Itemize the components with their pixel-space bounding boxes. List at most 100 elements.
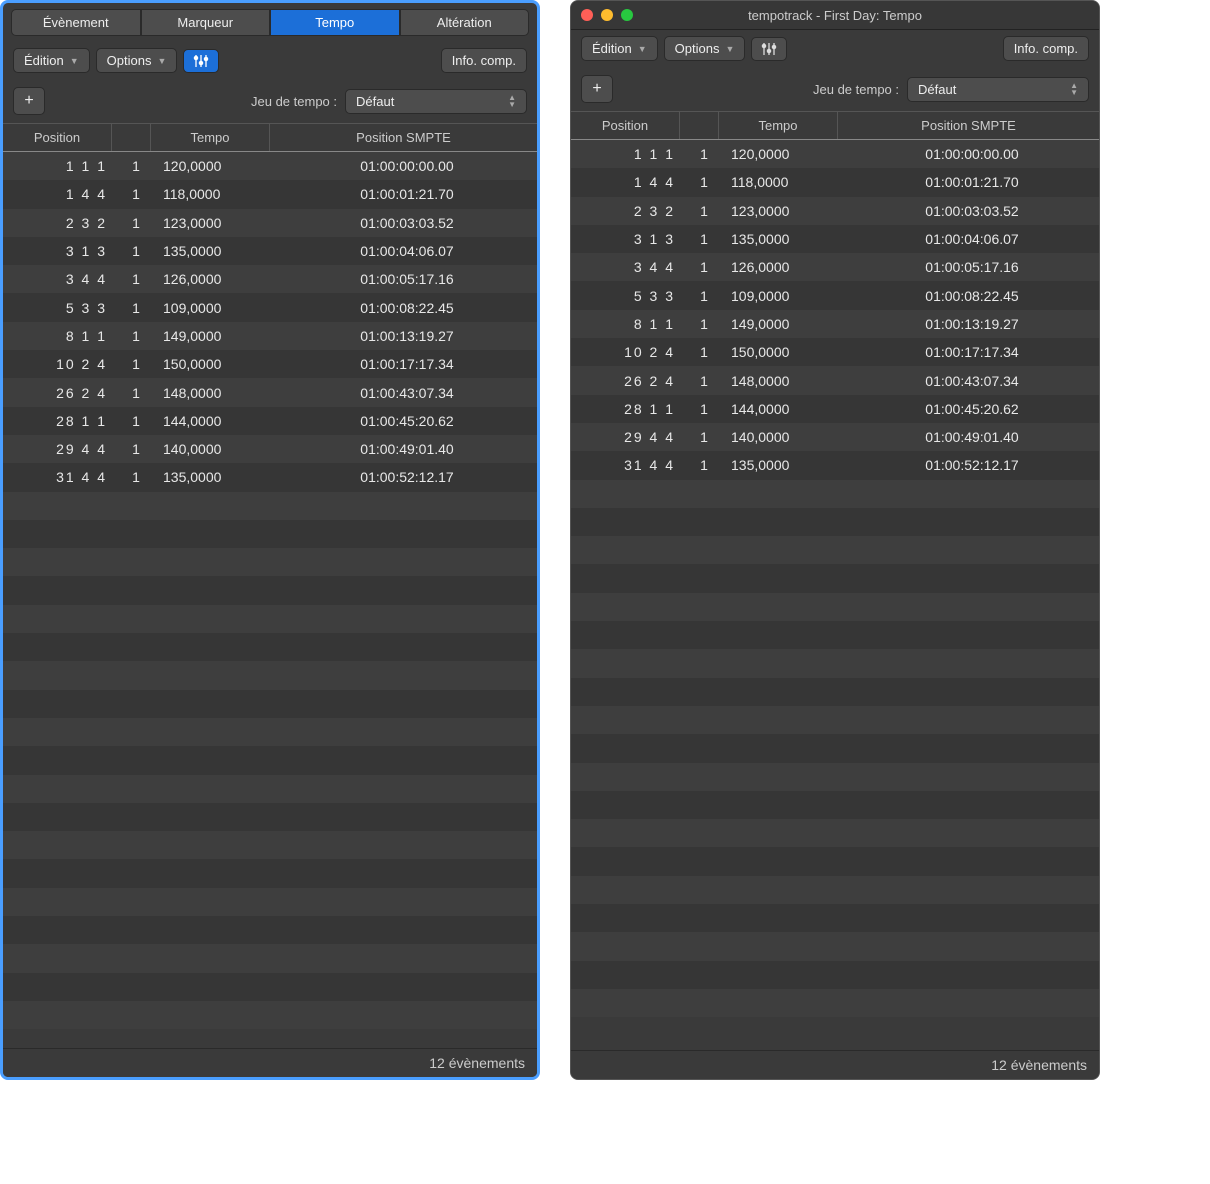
info-comp-button[interactable]: Info. comp. <box>441 48 527 73</box>
col-position[interactable]: Position <box>3 124 112 151</box>
table-row[interactable]: 3 4 41126,000001:00:05:17.16 <box>571 253 1099 281</box>
cell-smpte: 01:00:13:19.27 <box>845 316 1099 332</box>
table-row-empty <box>3 888 537 916</box>
cell-position: 1 4 4 <box>3 186 117 202</box>
filter-toggle[interactable] <box>183 49 219 73</box>
cell-position: 2 3 2 <box>3 215 117 231</box>
col-smpte[interactable]: Position SMPTE <box>270 124 537 151</box>
tab-marqueur[interactable]: Marqueur <box>141 9 271 36</box>
info-comp-button[interactable]: Info. comp. <box>1003 36 1089 61</box>
edition-menu[interactable]: Édition▼ <box>581 36 658 61</box>
table-row[interactable]: 1 4 41118,000001:00:01:21.70 <box>571 168 1099 196</box>
zoom-icon[interactable] <box>621 9 633 21</box>
cell-sub: 1 <box>117 300 155 316</box>
table-header: Position Tempo Position SMPTE <box>571 111 1099 140</box>
col-tempo[interactable]: Tempo <box>151 124 270 151</box>
footer-count: 12 évènements <box>571 1050 1099 1079</box>
table-row[interactable]: 10 2 41150,000001:00:17:17.34 <box>571 338 1099 366</box>
cell-tempo: 135,0000 <box>155 243 277 259</box>
cell-sub: 1 <box>685 146 723 162</box>
col-sub[interactable] <box>680 112 719 139</box>
cell-position: 3 4 4 <box>571 259 685 275</box>
table-row[interactable]: 10 2 41150,000001:00:17:17.34 <box>3 350 537 378</box>
cell-position: 10 2 4 <box>3 356 117 372</box>
table-row[interactable]: 29 4 41140,000001:00:49:01.40 <box>571 423 1099 451</box>
table-row[interactable]: 28 1 11144,000001:00:45:20.62 <box>3 407 537 435</box>
cell-smpte: 01:00:03:03.52 <box>277 215 537 231</box>
table-row[interactable]: 31 4 41135,000001:00:52:12.17 <box>571 451 1099 479</box>
table-row[interactable]: 5 3 31109,000001:00:08:22.45 <box>3 293 537 321</box>
table-row[interactable]: 28 1 11144,000001:00:45:20.62 <box>571 395 1099 423</box>
table-row-empty <box>571 480 1099 508</box>
cell-tempo: 144,0000 <box>723 401 845 417</box>
table-row-empty <box>571 536 1099 564</box>
cell-smpte: 01:00:08:22.45 <box>845 288 1099 304</box>
options-menu[interactable]: Options▼ <box>664 36 746 61</box>
add-button[interactable]: + <box>581 75 613 103</box>
table-row-empty <box>3 803 537 831</box>
cell-tempo: 123,0000 <box>723 203 845 219</box>
cell-tempo: 126,0000 <box>723 259 845 275</box>
table-row-empty <box>571 621 1099 649</box>
tab-evenement[interactable]: Évènement <box>11 9 141 36</box>
cell-position: 29 4 4 <box>571 429 685 445</box>
table-row[interactable]: 3 1 31135,000001:00:04:06.07 <box>3 237 537 265</box>
cell-smpte: 01:00:43:07.34 <box>845 373 1099 389</box>
filter-toggle[interactable] <box>751 37 787 61</box>
table-row[interactable]: 3 4 41126,000001:00:05:17.16 <box>3 265 537 293</box>
col-position[interactable]: Position <box>571 112 680 139</box>
table-row-empty <box>571 961 1099 989</box>
col-tempo[interactable]: Tempo <box>719 112 838 139</box>
tempo-set-select[interactable]: Défaut ▲▼ <box>345 89 527 114</box>
cell-tempo: 150,0000 <box>723 344 845 360</box>
table-row[interactable]: 2 3 21123,000001:00:03:03.52 <box>571 197 1099 225</box>
table-row[interactable]: 26 2 41148,000001:00:43:07.34 <box>571 366 1099 394</box>
cell-position: 8 1 1 <box>3 328 117 344</box>
cell-tempo: 135,0000 <box>723 457 845 473</box>
cell-tempo: 123,0000 <box>155 215 277 231</box>
cell-tempo: 126,0000 <box>155 271 277 287</box>
table-row[interactable]: 26 2 41148,000001:00:43:07.34 <box>3 378 537 406</box>
table-row[interactable]: 31 4 41135,000001:00:52:12.17 <box>3 463 537 491</box>
table-row[interactable]: 8 1 11149,000001:00:13:19.27 <box>571 310 1099 338</box>
table-row-empty <box>571 932 1099 960</box>
minimize-icon[interactable] <box>601 9 613 21</box>
edition-label: Édition <box>592 41 632 56</box>
col-sub[interactable] <box>112 124 151 151</box>
table-row[interactable]: 8 1 11149,000001:00:13:19.27 <box>3 322 537 350</box>
cell-smpte: 01:00:00:00.00 <box>277 158 537 174</box>
table-row-empty <box>3 661 537 689</box>
updown-icon: ▲▼ <box>508 94 516 108</box>
table-row[interactable]: 1 4 41118,000001:00:01:21.70 <box>3 180 537 208</box>
tab-alteration[interactable]: Altération <box>400 9 530 36</box>
cell-smpte: 01:00:17:17.34 <box>845 344 1099 360</box>
col-smpte[interactable]: Position SMPTE <box>838 112 1099 139</box>
options-menu[interactable]: Options▼ <box>96 48 178 73</box>
add-button[interactable]: + <box>13 87 45 115</box>
cell-sub: 1 <box>117 441 155 457</box>
cell-sub: 1 <box>117 356 155 372</box>
close-icon[interactable] <box>581 9 593 21</box>
table-body: 1 1 11120,000001:00:00:00.001 4 41118,00… <box>571 140 1099 1050</box>
table-row-empty <box>571 678 1099 706</box>
titlebar[interactable]: tempotrack - First Day: Tempo <box>571 1 1099 30</box>
table-row[interactable]: 29 4 41140,000001:00:49:01.40 <box>3 435 537 463</box>
chevron-down-icon: ▼ <box>70 56 79 66</box>
edition-menu[interactable]: Édition▼ <box>13 48 90 73</box>
tab-tempo[interactable]: Tempo <box>270 9 400 36</box>
table-row[interactable]: 1 1 11120,000001:00:00:00.00 <box>571 140 1099 168</box>
table-row[interactable]: 3 1 31135,000001:00:04:06.07 <box>571 225 1099 253</box>
cell-tempo: 135,0000 <box>723 231 845 247</box>
plus-icon: + <box>24 92 33 110</box>
cell-position: 3 1 3 <box>571 231 685 247</box>
table-row[interactable]: 5 3 31109,000001:00:08:22.45 <box>571 281 1099 309</box>
cell-sub: 1 <box>117 215 155 231</box>
cell-smpte: 01:00:01:21.70 <box>277 186 537 202</box>
table-row[interactable]: 2 3 21123,000001:00:03:03.52 <box>3 209 537 237</box>
table-row[interactable]: 1 1 11120,000001:00:00:00.00 <box>3 152 537 180</box>
cell-tempo: 135,0000 <box>155 469 277 485</box>
tempo-set-select[interactable]: Défaut ▲▼ <box>907 77 1089 102</box>
cell-sub: 1 <box>117 243 155 259</box>
table-row-empty <box>3 746 537 774</box>
cell-sub: 1 <box>685 203 723 219</box>
